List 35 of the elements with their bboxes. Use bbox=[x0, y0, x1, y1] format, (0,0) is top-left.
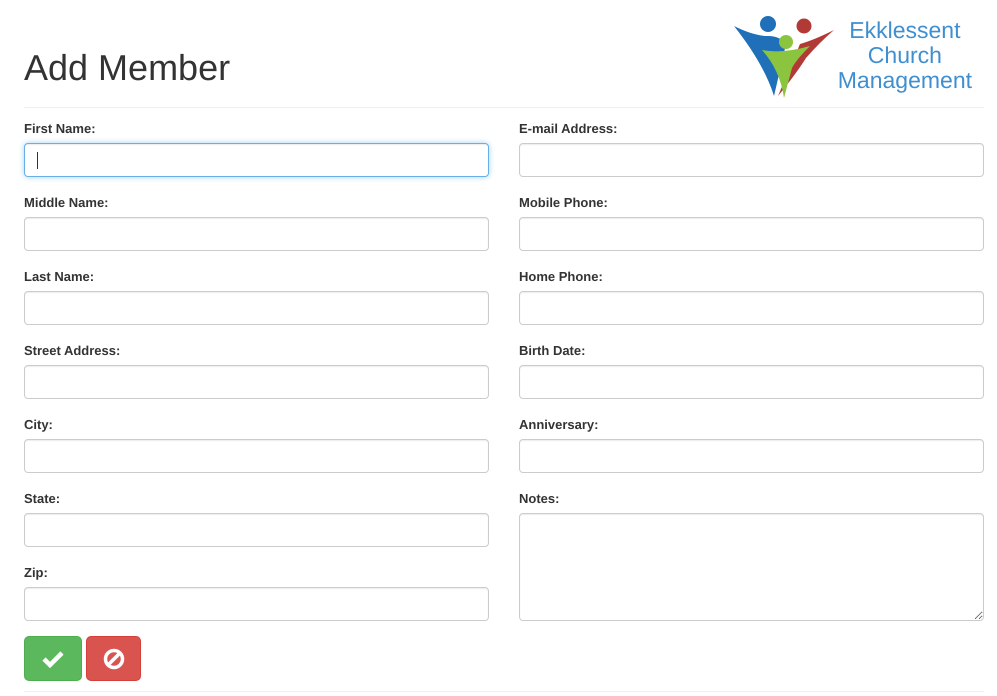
cancel-button[interactable] bbox=[86, 636, 141, 681]
field-label: Street Address: bbox=[24, 342, 122, 360]
field-label: Mobile Phone: bbox=[519, 194, 609, 212]
input-field[interactable] bbox=[24, 439, 489, 473]
page-title: Add Member bbox=[24, 48, 230, 88]
field-label: State: bbox=[24, 490, 62, 508]
input-field[interactable] bbox=[519, 365, 984, 399]
field-label: Last Name: bbox=[24, 268, 96, 286]
input-field[interactable] bbox=[24, 217, 489, 251]
field-label: First Name: bbox=[24, 120, 97, 138]
input-field[interactable] bbox=[24, 143, 489, 177]
input-field[interactable] bbox=[519, 217, 984, 251]
logo-text: Church bbox=[868, 43, 942, 68]
checkmark-icon bbox=[42, 650, 64, 668]
notes-field[interactable] bbox=[519, 513, 984, 621]
field-label: Middle Name: bbox=[24, 194, 110, 212]
field-label: Notes: bbox=[519, 490, 560, 508]
field-label: City: bbox=[24, 416, 54, 434]
prohibited-icon bbox=[102, 648, 124, 670]
input-field[interactable] bbox=[24, 291, 489, 325]
field-label: Birth Date: bbox=[519, 342, 586, 360]
input-field[interactable] bbox=[519, 291, 984, 325]
logo-text: Management bbox=[838, 68, 972, 93]
logo-text: Ekklessent bbox=[849, 18, 960, 43]
input-field[interactable] bbox=[24, 365, 489, 399]
field-label: Home Phone: bbox=[519, 268, 604, 286]
field-label: Zip: bbox=[24, 564, 49, 582]
input-field[interactable] bbox=[519, 439, 984, 473]
input-field[interactable] bbox=[24, 587, 489, 621]
field-label: Anniversary: bbox=[519, 416, 600, 434]
save-button[interactable] bbox=[24, 636, 82, 681]
text-cursor bbox=[37, 152, 38, 169]
input-field[interactable] bbox=[24, 513, 489, 547]
field-label: E-mail Address: bbox=[519, 120, 618, 138]
input-field[interactable] bbox=[519, 143, 984, 177]
